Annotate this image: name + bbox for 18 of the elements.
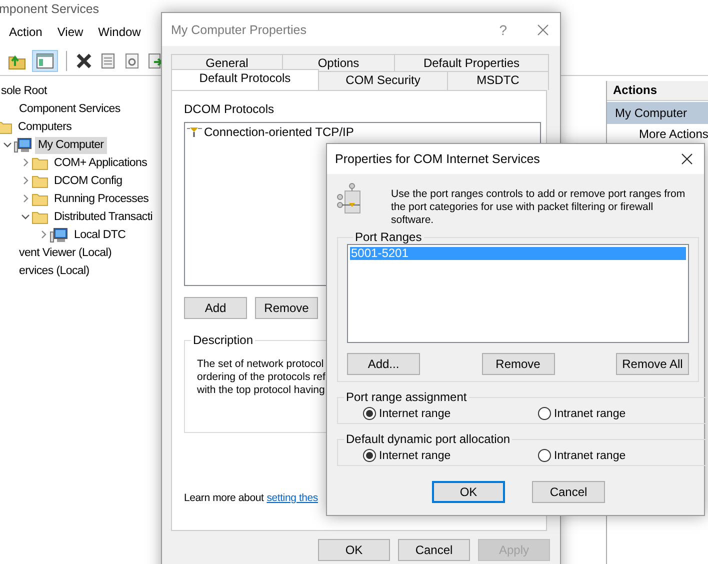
learn-more-text: Learn more about: [184, 492, 264, 504]
radio-label: Internet range: [379, 408, 451, 420]
group-label: Default dynamic port allocation: [345, 432, 512, 446]
radio-label: Internet range: [379, 450, 451, 462]
description-line: The set of network protocol: [197, 358, 324, 371]
description-line: ordering of the protocols ref: [197, 371, 326, 384]
dialog-title: Properties for COM Internet Services: [335, 152, 540, 166]
radio-label: Intranet range: [554, 408, 626, 420]
group-label: Description: [192, 333, 254, 347]
actions-header: Actions: [607, 81, 708, 101]
dialog-title: My Computer Properties: [171, 22, 306, 36]
group-label: Port Ranges: [354, 230, 423, 244]
window-title: mponent Services: [0, 1, 100, 18]
radio-label: Intranet range: [554, 450, 626, 462]
section-label: DCOM Protocols: [184, 102, 276, 116]
group-label: Port range assignment: [345, 390, 468, 404]
description-line: with the top protocol having: [197, 384, 325, 397]
intro-text: Use the port ranges controls to add or remove port ranges from the port categories for use with packet filtering or firewall software.: [391, 188, 686, 227]
